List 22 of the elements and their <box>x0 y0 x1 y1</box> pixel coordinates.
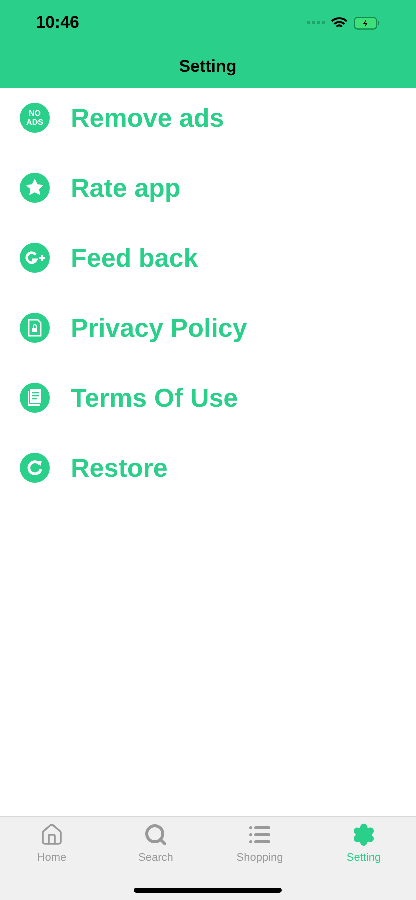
menu-item[interactable]: Privacy Policy <box>71 312 248 344</box>
menu-item[interactable]: Terms Of Use <box>71 382 238 414</box>
battery-icon <box>354 16 380 30</box>
document-icon <box>20 383 50 413</box>
tab-item[interactable]: Setting <box>312 823 416 866</box>
tab-item[interactable]: Home <box>0 823 104 866</box>
search-icon <box>144 823 168 847</box>
no-ads-icon: NO ADS <box>20 103 50 133</box>
menu-item[interactable]: Rate app <box>71 172 181 204</box>
refresh-icon <box>20 453 50 483</box>
menu-item[interactable]: Feed back <box>71 242 198 274</box>
document-lock-icon <box>20 313 50 343</box>
signal-icon <box>307 21 325 25</box>
home-icon <box>40 823 64 847</box>
tab-item[interactable]: Search <box>104 823 208 866</box>
g-plus-icon <box>20 243 50 273</box>
tab-item[interactable]: Shopping <box>208 823 312 866</box>
menu-item[interactable]: Restore <box>71 452 168 484</box>
header-title: Setting <box>179 56 237 78</box>
menu-item[interactable]: Remove ads <box>71 102 224 134</box>
wifi-icon <box>331 16 348 30</box>
status-time: 10:46 <box>36 12 80 34</box>
